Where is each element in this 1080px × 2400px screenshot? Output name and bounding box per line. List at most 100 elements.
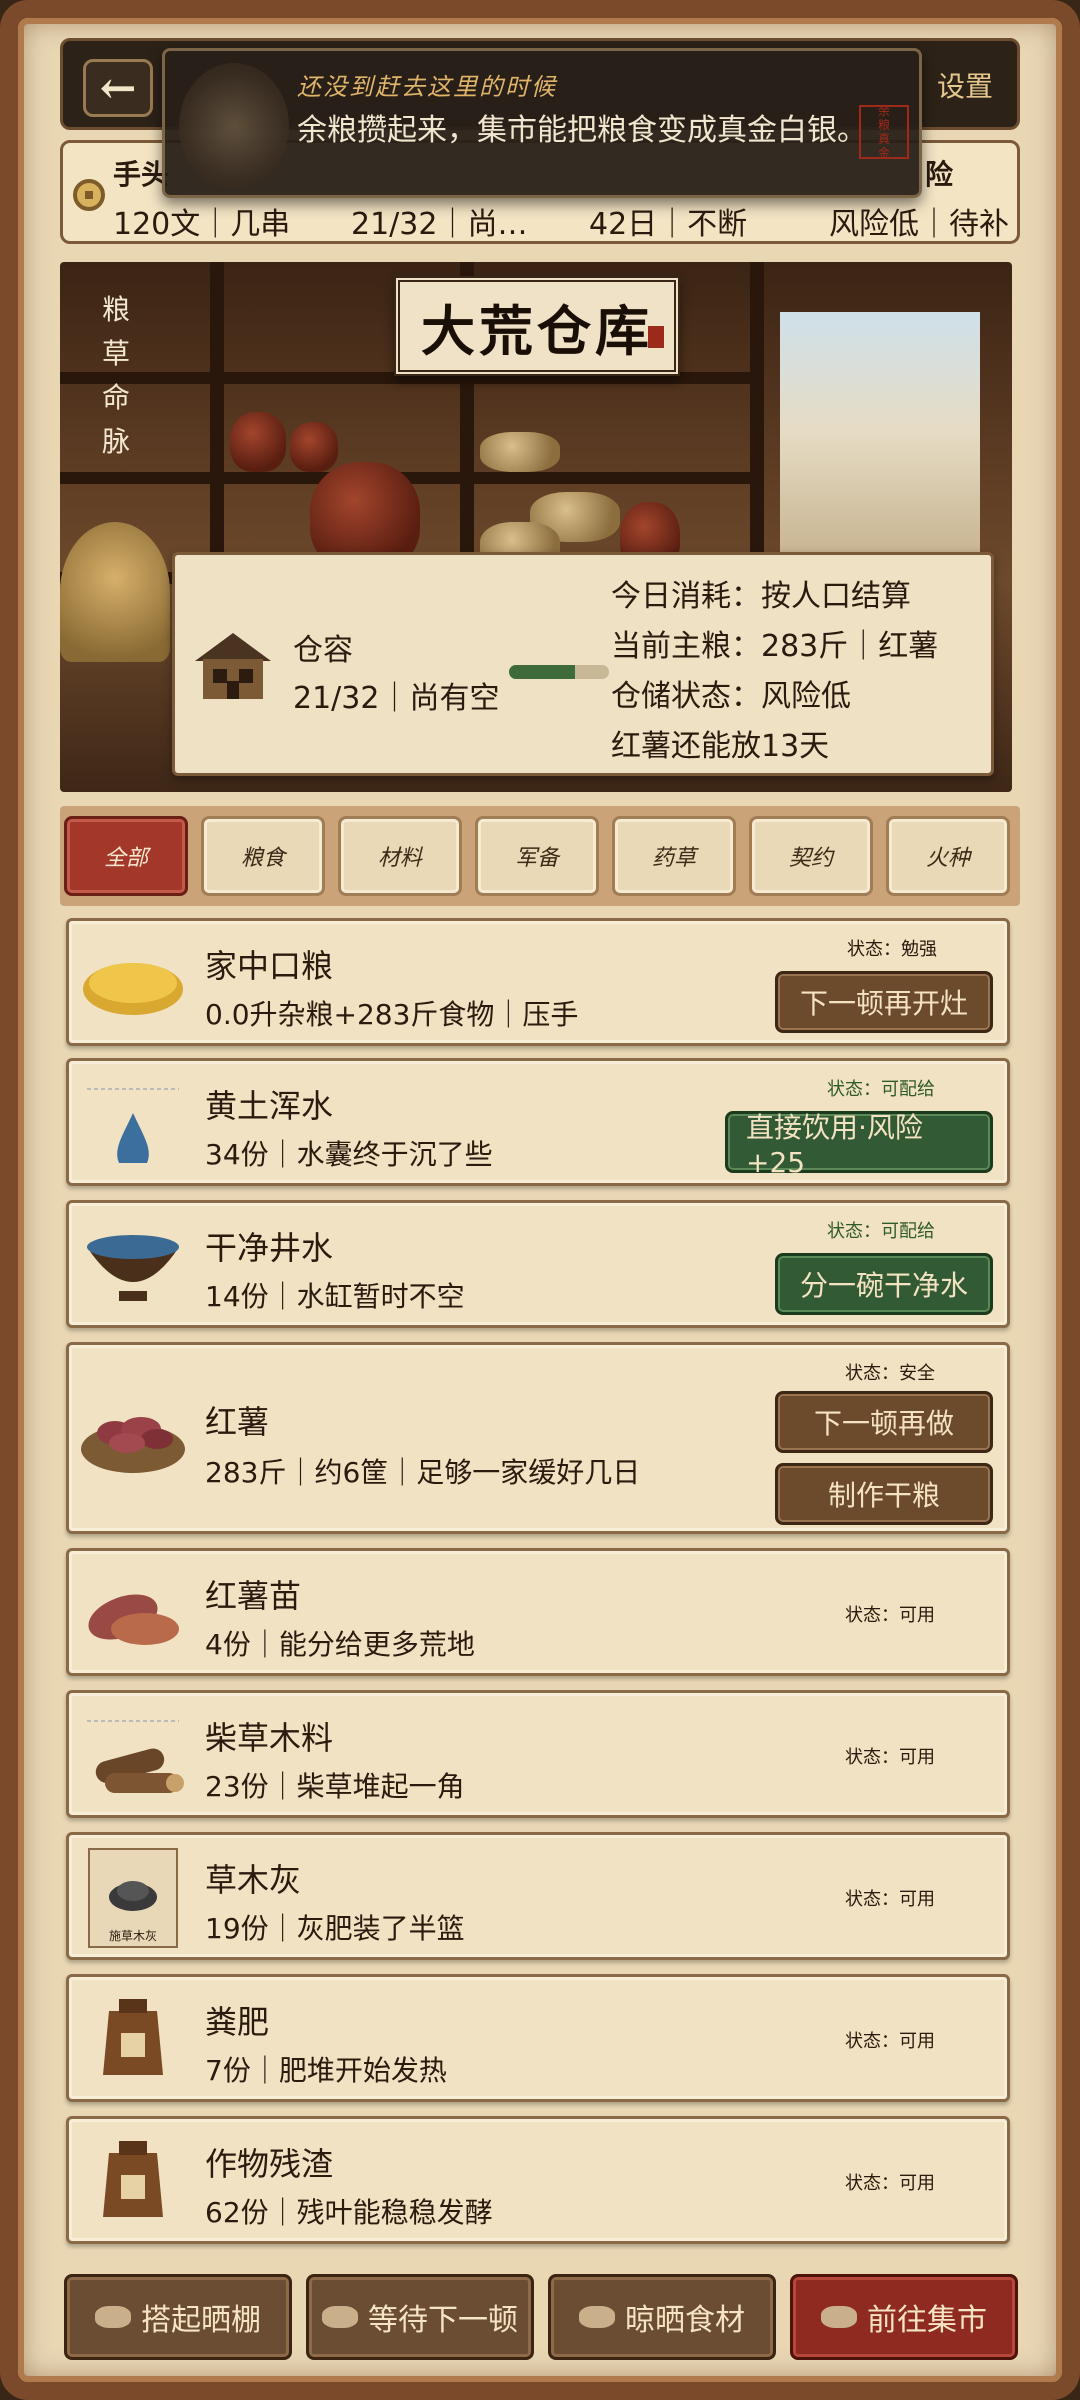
item-name: 家中口粮 <box>205 947 334 985</box>
build-drying-shed-button[interactable]: 搭起晒棚 <box>64 2274 292 2360</box>
old-coin-icon <box>179 63 289 189</box>
stat-value-money: 120文｜几串 <box>113 207 291 242</box>
storage-info-card: 仓容 21/32｜尚有空 今日消耗：按人口结算 当前主粮：283斤｜红薯 仓储状… <box>172 552 994 776</box>
item-desc: 19份｜灰肥装了半篮 <box>205 1912 465 1945</box>
capacity-bar <box>509 665 609 679</box>
grain-plate-icon <box>83 963 183 1015</box>
item-name: 红薯苗 <box>205 1577 302 1615</box>
cook-next-meal-button[interactable]: 下一顿再开灶 <box>775 971 993 1033</box>
go-to-market-button[interactable]: 前往集市 <box>790 2274 1018 2360</box>
category-tabs: 全部 粮食 材料 军备 药草 契约 火种 <box>60 806 1020 906</box>
item-name: 干净井水 <box>205 1229 334 1267</box>
button-label: 晾晒食材 <box>625 2303 745 2338</box>
firewood-icon <box>87 1720 184 1793</box>
sack <box>480 432 560 472</box>
sweet-potato-basket-icon <box>81 1417 185 1473</box>
motto-char: 命 <box>101 381 130 414</box>
item-status: 状态：可配给 <box>827 1221 935 1242</box>
item-desc: 14份｜水缸暂时不空 <box>205 1280 465 1313</box>
tab-all[interactable]: 全部 <box>64 816 188 896</box>
list-item-manure[interactable]: 粪肥 7份｜肥堆开始发热 状态：可用 <box>66 1974 1010 2102</box>
list-item-muddy-water[interactable]: 黄土浑水 34份｜水囊终于沉了些 状态：可配给 直接饮用·风险+25 <box>66 1058 1010 1186</box>
list-item-plant-ash[interactable]: 施草木灰 草木灰 19份｜灰肥装了半篮 状态：可用 <box>66 1832 1010 1960</box>
tab-materials[interactable]: 材料 <box>338 816 462 896</box>
consumption-line: 今日消耗：按人口结算 <box>611 579 911 614</box>
list-item-crop-residue[interactable]: 作物残渣 62份｜残叶能稳稳发酵 状态：可用 <box>66 2116 1010 2244</box>
storage-status-line: 仓储状态：风险低 <box>611 679 851 714</box>
motto-char: 草 <box>101 337 130 370</box>
capacity-value: 21/32｜尚有空 <box>293 681 500 716</box>
water-drop-icon <box>87 1088 179 1163</box>
water-bowl-icon <box>87 1235 179 1301</box>
rack-icon <box>579 2306 615 2328</box>
coin-icon <box>73 179 105 211</box>
main-grain-line: 当前主粮：283斤｜红薯 <box>611 629 939 664</box>
stat-value-risk: 风险低｜待补 <box>829 207 1009 242</box>
item-status: 状态：可用 <box>845 2173 935 2194</box>
warehouse-scene: 粮 草 命 脉 大荒仓库 仓容 21/32｜尚有空 今日消耗：按人口结算 当前主… <box>60 262 1012 792</box>
button-label: 搭起晒棚 <box>141 2303 261 2338</box>
stat-label-risk: 险 <box>925 158 954 191</box>
button-label: 等待下一顿 <box>368 2303 518 2338</box>
capacity-label: 仓容 <box>293 633 353 668</box>
tab-herbs[interactable]: 药草 <box>612 816 736 896</box>
motto-char: 粮 <box>101 293 130 326</box>
tab-kindling[interactable]: 火种 <box>886 816 1010 896</box>
ash-icon-caption: 施草木灰 <box>108 1929 157 1943</box>
bottom-action-bar: 搭起晒棚 等待下一顿 晾晒食材 前往集市 <box>60 2268 1020 2366</box>
seal-stamp-icon <box>648 326 664 348</box>
share-clean-water-button[interactable]: 分一碗干净水 <box>775 1253 993 1315</box>
stat-value-capacity: 21/32｜尚… <box>351 207 528 242</box>
arrow-left-icon: ← <box>99 62 137 114</box>
stat-label-money: 手头 <box>113 158 170 191</box>
list-item-clean-water[interactable]: 干净井水 14份｜水缸暂时不空 状态：可配给 分一碗干净水 <box>66 1200 1010 1328</box>
warehouse-icon <box>195 633 271 699</box>
item-desc: 0.0升杂粮+283斤食物｜压手 <box>205 998 579 1031</box>
item-status: 状态：可用 <box>845 1605 935 1626</box>
shed-icon <box>95 2306 131 2328</box>
sweet-potato-icon <box>88 1594 179 1645</box>
shelf-life-line: 红薯还能放13天 <box>611 729 830 764</box>
item-desc: 23份｜柴草堆起一角 <box>205 1770 465 1803</box>
back-button[interactable]: ← <box>83 59 153 117</box>
make-dry-ration-button[interactable]: 制作干粮 <box>775 1463 993 1525</box>
item-desc: 283斤｜约6筐｜足够一家缓好几日 <box>205 1456 641 1489</box>
hint-title: 还没到赶去这里的时候 <box>297 73 557 101</box>
hint-text: 余粮攒起来，集市能把粮食变成真金白银。 <box>297 113 867 148</box>
capacity-bar-fill <box>509 665 575 679</box>
item-status: 状态：可用 <box>845 1747 935 1768</box>
item-name: 红薯 <box>205 1403 270 1441</box>
item-status: 状态：可配给 <box>827 1079 935 1100</box>
item-name: 作物残渣 <box>205 2145 334 2183</box>
item-status: 状态：勉强 <box>847 939 937 960</box>
item-desc: 7份｜肥堆开始发热 <box>205 2054 447 2087</box>
drink-directly-button[interactable]: 直接饮用·风险+25 <box>725 1111 993 1179</box>
item-desc: 34份｜水囊终于沉了些 <box>205 1138 493 1171</box>
tab-military[interactable]: 军备 <box>475 816 599 896</box>
item-name: 草木灰 <box>205 1861 302 1899</box>
grain-heap <box>60 522 170 662</box>
vertical-motto: 粮 草 命 脉 <box>98 288 134 464</box>
page-title: 大荒仓库 <box>421 298 653 363</box>
tab-grain[interactable]: 粮食 <box>201 816 325 896</box>
dry-food-button[interactable]: 晾晒食材 <box>548 2274 776 2360</box>
market-icon <box>821 2306 857 2328</box>
list-item-firewood[interactable]: 柴草木料 23份｜柴草堆起一角 状态：可用 <box>66 1690 1010 1818</box>
bowl-icon <box>322 2306 358 2328</box>
item-desc: 4份｜能分给更多荒地 <box>205 1628 475 1661</box>
list-item-sweet-potato[interactable]: 红薯 283斤｜约6筐｜足够一家缓好几日 状态：安全 下一顿再做 制作干粮 <box>66 1342 1010 1534</box>
jar <box>290 422 338 472</box>
cook-next-button[interactable]: 下一顿再做 <box>775 1391 993 1453</box>
list-item-grain[interactable]: 家中口粮 0.0升杂粮+283斤食物｜压手 状态：勉强 下一顿再开灶 <box>66 918 1010 1046</box>
settings-button[interactable]: 设置 <box>937 65 993 105</box>
fertilizer-sack-icon <box>103 1999 163 2075</box>
red-seal-icon: 余粮真金 <box>859 104 909 160</box>
button-label: 前往集市 <box>867 2303 987 2338</box>
hint-toast[interactable]: 还没到赶去这里的时候 余粮攒起来，集市能把粮食变成真金白银。 余粮真金 <box>162 48 922 198</box>
list-item-sweet-potato-seedling[interactable]: 红薯苗 4份｜能分给更多荒地 状态：可用 <box>66 1548 1010 1676</box>
motto-char: 脉 <box>101 425 130 458</box>
tab-contracts[interactable]: 契约 <box>749 816 873 896</box>
item-name: 粪肥 <box>205 2003 270 2041</box>
wait-next-meal-button[interactable]: 等待下一顿 <box>306 2274 534 2360</box>
item-status: 状态：可用 <box>845 2031 935 2052</box>
